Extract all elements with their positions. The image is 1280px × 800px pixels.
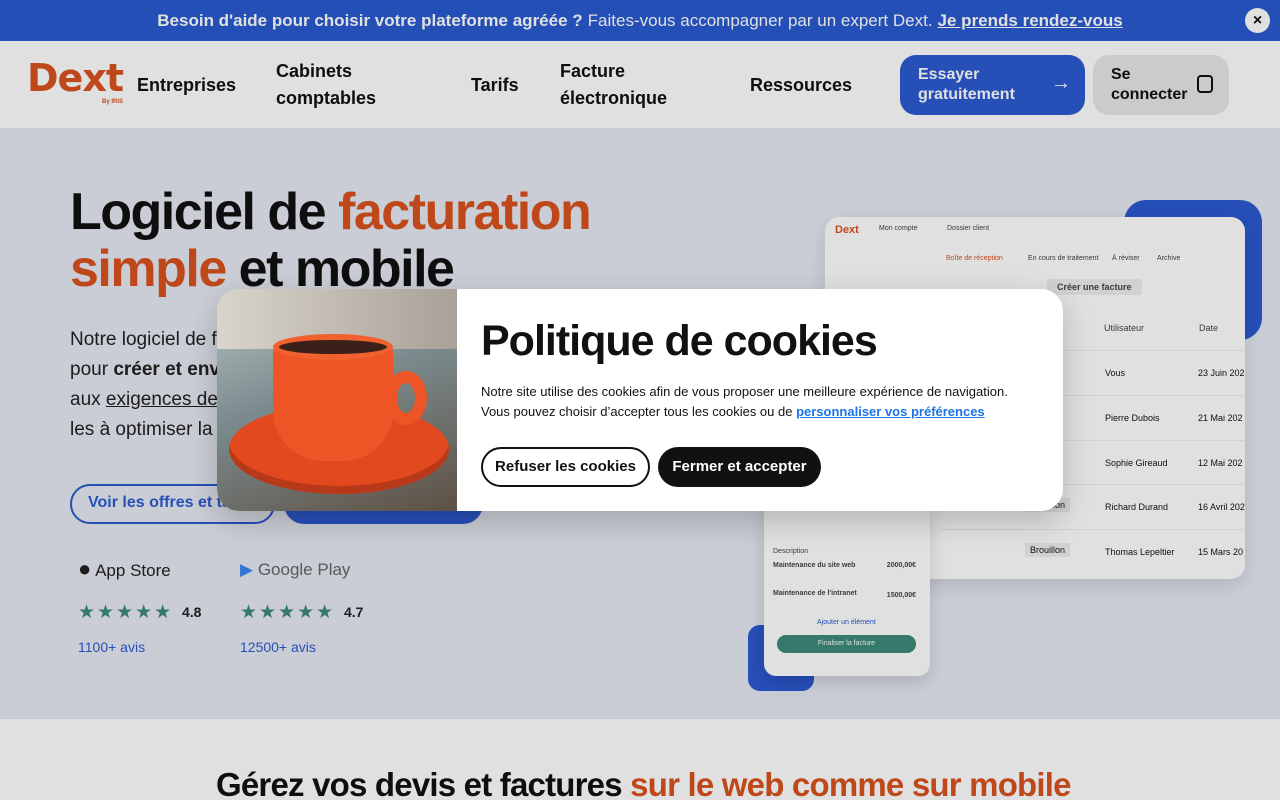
cookie-title: Politique de cookies [481, 317, 878, 365]
coffee-shape [273, 334, 393, 360]
preferences-link[interactable]: personnaliser vos préférences [796, 404, 985, 419]
accept-cookies-button[interactable]: Fermer et accepter [658, 447, 821, 487]
cookie-modal: Politique de cookies Notre site utilise … [217, 289, 1063, 511]
cookie-text: Notre site utilise des cookies afin de v… [481, 384, 1008, 419]
coffee-image [217, 289, 457, 511]
refuse-cookies-button[interactable]: Refuser les cookies [481, 447, 650, 487]
